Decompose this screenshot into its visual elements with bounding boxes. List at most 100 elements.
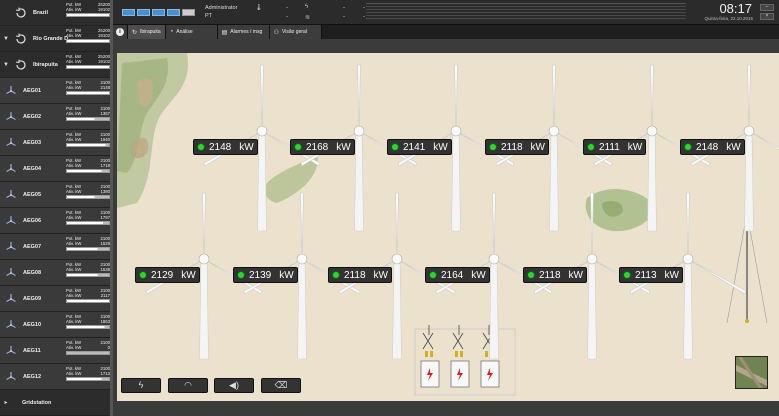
sidebar-item-brazil[interactable]: Brazil Pot. kW 25200 Ativ. kW 19102 (0, 0, 113, 26)
tab-ibirapuita[interactable]: ↻ Ibirapuita (128, 25, 166, 39)
turbine-power-value: 2148 (696, 141, 719, 153)
keyboard-icon[interactable] (182, 9, 195, 16)
wind-turbine-icon (4, 214, 18, 228)
power-bar (66, 299, 110, 304)
turbine-power-unit: kW (239, 141, 254, 153)
turbine-name: AEG10 (23, 321, 42, 328)
lightning-button[interactable]: ϟ (121, 378, 161, 393)
status-ok-icon (237, 271, 245, 279)
turbine-name: AEG05 (23, 191, 42, 198)
sound-button[interactable]: ◀) (214, 378, 254, 393)
collapse-arrow-icon[interactable]: ▸ (2, 399, 10, 406)
power-bar (66, 143, 110, 148)
turbine-power-badge: 2118 kW (485, 139, 549, 155)
sidebar-item-turbine[interactable]: AEG08 Pot. kW 2100 Ativ. kW 1538 (0, 260, 113, 286)
turbine-power-value: 2139 (249, 269, 272, 281)
status-ok-icon (332, 271, 340, 279)
status-square (152, 9, 165, 16)
gauge-button[interactable]: ◠ (168, 378, 208, 393)
thermometer-icon: 🌡 (255, 5, 263, 11)
sidebar-item-turbine[interactable]: AEG09 Pot. kW 2100 Ativ. kW 2117 (0, 286, 113, 312)
region-stats: Pot. kW 25200 Ativ. kW 19102 (66, 28, 110, 50)
turbine-name: AEG09 (23, 295, 42, 302)
sidebar-item-turbine[interactable]: AEG04 Pot. kW 2100 Ativ. kW 1718 (0, 156, 113, 182)
tab-label: Análise (176, 29, 193, 35)
ativ-label: Ativ. kW (66, 371, 82, 377)
turbine-stats: Pot. kW 2100 Ativ. kW 1538 (66, 262, 110, 284)
lightning-icon: ϟ (138, 380, 144, 390)
sidebar-scrollbar[interactable] (110, 0, 113, 416)
info-button[interactable]: i (113, 25, 128, 39)
turbine-power-badge: 2168 kW (290, 139, 355, 155)
sidebar-item-rio-grande[interactable]: ▼ Rio Grande D Pot. kW 25200 Ativ. kW 1910… (0, 26, 113, 52)
power-bar (66, 325, 110, 330)
ativ-value: 1380 (100, 189, 110, 195)
expand-arrow-icon[interactable]: ▼ (2, 62, 10, 68)
wind-park-map: 2148 kW 2168 kW 2141 kW 2118 kW 2111 kW 2148 kW 2129… (117, 53, 779, 401)
turbine-power-unit: kW (664, 269, 679, 281)
turbine-name: AEG07 (23, 243, 42, 250)
wind-turbine-icon (4, 344, 18, 358)
sidebar: Brazil Pot. kW 25200 Ativ. kW 19102 ▼ Rio … (0, 0, 113, 416)
turbine-power-unit: kW (373, 269, 388, 281)
ativ-label: Ativ. kW (66, 163, 82, 169)
ativ-value: 1538 (100, 267, 110, 273)
sidebar-item-turbine[interactable]: AEG03 Pot. kW 2100 Ativ. kW 1940 (0, 130, 113, 156)
sidebar-item-turbine[interactable]: AEG07 Pot. kW 2100 Ativ. kW 1528 (0, 234, 113, 260)
tab-analise[interactable]: ◔ Análise (165, 25, 218, 39)
status-square (137, 9, 150, 16)
turbine-power-value: 2141 (403, 141, 426, 153)
sidebar-item-gridstation[interactable]: ▸ Gridstation (0, 390, 113, 416)
power-bar (66, 39, 110, 44)
refresh-icon (14, 6, 28, 20)
wind-turbine-icon (4, 292, 18, 306)
turbine-power-unit: kW (726, 141, 741, 153)
status-ok-icon (294, 143, 302, 151)
status-ok-icon (429, 271, 437, 279)
sidebar-item-turbine[interactable]: AEG01 Pot. kW 2100 Ativ. kW 2148 (0, 78, 113, 104)
turbine-power-unit: kW (568, 269, 583, 281)
sidebar-item-turbine[interactable]: AEG10 Pot. kW 2100 Ativ. kW 1863 (0, 312, 113, 338)
minimize-icon[interactable]: – (760, 4, 774, 11)
turbine-name: AEG06 (23, 217, 42, 224)
tab-visao-geral[interactable]: ⚇ Visão geral (269, 25, 322, 39)
turbine-name: AEG01 (23, 87, 42, 94)
turbine-stats: Pot. kW 2100 Ativ. kW 1713 (66, 366, 110, 388)
sidebar-item-turbine[interactable]: AEG12 Pot. kW 2100 Ativ. kW 1713 (0, 364, 113, 390)
ativ-label: Ativ. kW (66, 111, 82, 117)
turbine-name: AEG03 (23, 139, 42, 146)
power-value: - (343, 5, 345, 11)
ativ-value: 19102 (98, 33, 110, 39)
ativ-value: 19102 (98, 7, 110, 13)
status-ok-icon (391, 143, 399, 151)
wind-turbine-icon (4, 240, 18, 254)
message-lines (366, 3, 686, 21)
sidebar-item-turbine[interactable]: AEG02 Pot. kW 2100 Ativ. kW 1367 (0, 104, 113, 130)
ativ-label: Ativ. kW (66, 85, 82, 91)
turbine-power-value: 2111 (599, 141, 620, 153)
refresh-icon (14, 58, 28, 72)
eraser-button[interactable]: ⌫ (261, 378, 301, 393)
ativ-label: Ativ. kW (66, 293, 82, 299)
turbine-power-unit: kW (279, 269, 294, 281)
sidebar-item-turbine[interactable]: AEG11 Pot. kW 2100 Ativ. kW 0 (0, 338, 113, 364)
power-bar (66, 169, 110, 174)
sidebar-item-ibirapuita[interactable]: ▼ Ibirapuita Pot. kW 25200 Ativ. kW 19102 (0, 52, 113, 78)
app-window: Brazil Pot. kW 25200 Ativ. kW 19102 ▼ Rio … (0, 0, 779, 416)
turbine-power-value: 2118 (539, 269, 561, 281)
wind-turbine-icon (4, 370, 18, 384)
sidebar-item-turbine[interactable]: AEG06 Pot. kW 2100 Ativ. kW 1797 (0, 208, 113, 234)
expand-arrow-icon[interactable]: ▼ (2, 36, 10, 42)
turbine-power-badge: 2164 kW (425, 267, 490, 283)
close-icon[interactable]: × (760, 13, 774, 20)
canvas-top-strip (117, 39, 779, 53)
sidebar-item-turbine[interactable]: AEG05 Pot. kW 2100 Ativ. kW 1380 (0, 182, 113, 208)
minimap[interactable] (735, 356, 768, 389)
wind-turbine[interactable]: 2113 kW (613, 191, 763, 361)
eraser-icon: ⌫ (274, 380, 288, 390)
turbine-power-unit: kW (336, 141, 351, 153)
turbine-power-badge: 2118 kW (523, 267, 587, 283)
status-ok-icon (489, 143, 497, 151)
ativ-value: 1863 (100, 319, 110, 325)
tab-alarmes[interactable]: ▤ Alarmes / msg (217, 25, 270, 39)
